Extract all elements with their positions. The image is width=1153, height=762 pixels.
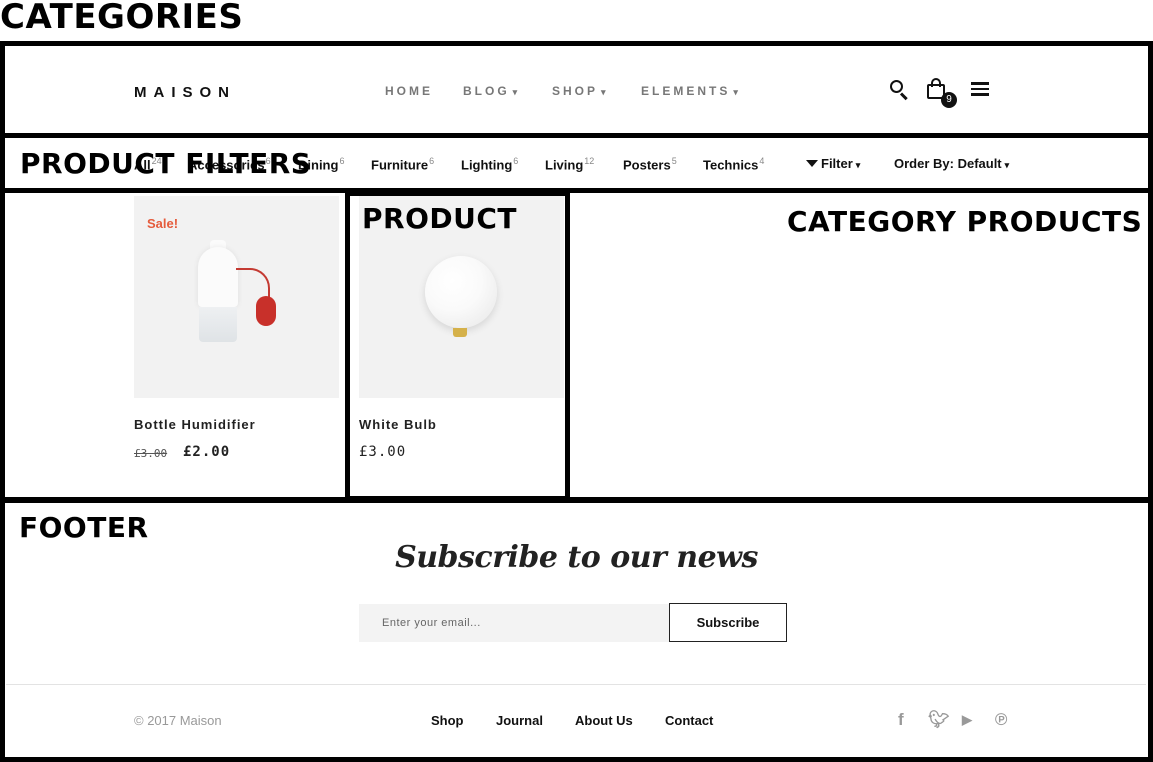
funnel-icon <box>806 160 818 168</box>
category-count: 4 <box>759 156 765 166</box>
annotation-product-filters: PRODUCT FILTERS <box>20 147 312 180</box>
category-label: Furniture <box>371 157 429 173</box>
filter-category-technics[interactable]: Technics4 <box>703 156 764 172</box>
email-field[interactable] <box>359 604 669 642</box>
category-count: 5 <box>671 156 677 166</box>
order-by-dropdown[interactable]: Order By: Default ▾ <box>894 156 1009 171</box>
nav-elements[interactable]: ELEMENTS ▾ <box>641 84 741 98</box>
filter-dropdown[interactable]: Filter ▾ <box>806 156 860 171</box>
footer-link-journal[interactable]: Journal <box>496 713 543 728</box>
footer-link-contact[interactable]: Contact <box>665 713 713 728</box>
category-count: 6 <box>429 156 435 166</box>
copyright-text: © 2017 Maison <box>134 713 222 728</box>
category-label: Posters <box>623 157 671 173</box>
site-logo[interactable]: MAISON <box>134 84 236 101</box>
bulb-illustration <box>453 328 467 337</box>
cart-count-badge: 9 <box>941 92 957 108</box>
annotation-product: PRODUCT <box>362 202 518 235</box>
footer-divider <box>6 684 1146 685</box>
order-by-label: Order By: Default <box>894 156 1002 171</box>
annotation-categories: CATEGORIES <box>0 0 244 37</box>
filter-category-lighting[interactable]: Lighting6 <box>461 156 518 172</box>
chevron-down-icon: ▾ <box>601 87 609 97</box>
nav-shop[interactable]: SHOP ▾ <box>552 84 609 98</box>
subscribe-button[interactable]: Subscribe <box>669 603 787 642</box>
bulb-illustration <box>425 256 497 328</box>
nav-home-label: HOME <box>385 84 433 98</box>
chevron-down-icon: ▾ <box>1004 160 1010 170</box>
facebook-icon[interactable]: f <box>898 710 904 730</box>
twitter-icon[interactable]: 🐦︎ <box>928 710 950 730</box>
category-count: 12 <box>584 156 595 166</box>
nav-home[interactable]: HOME <box>385 84 433 98</box>
product-price: £3.00 <box>359 444 407 460</box>
nav-elements-label: ELEMENTS <box>641 84 731 98</box>
youtube-icon[interactable]: ▶ <box>962 712 972 728</box>
nav-blog[interactable]: BLOG ▾ <box>463 84 520 98</box>
category-label: Lighting <box>461 157 513 173</box>
filter-category-posters[interactable]: Posters5 <box>623 156 677 172</box>
chevron-down-icon: ▾ <box>512 87 521 97</box>
filter-category-furniture[interactable]: Furniture6 <box>371 156 434 172</box>
chevron-down-icon: ▾ <box>733 87 741 97</box>
annotation-category-products: CATEGORY PRODUCTS <box>787 205 1143 238</box>
filter-label: Filter <box>821 156 853 171</box>
menu-icon[interactable] <box>971 82 989 96</box>
product-name[interactable]: White Bulb <box>359 417 437 432</box>
nav-shop-label: SHOP <box>552 84 599 98</box>
category-count: 6 <box>513 156 519 166</box>
category-label: Living <box>545 157 584 173</box>
sale-badge: Sale! <box>147 216 179 231</box>
nav-blog-label: BLOG <box>463 84 510 98</box>
humidifier-illustration <box>199 307 237 342</box>
subscribe-title: Subscribe to our news <box>395 540 758 575</box>
humidifier-illustration <box>198 247 238 307</box>
product-name[interactable]: Bottle Humidifier <box>134 417 256 432</box>
product-price: £2.00 <box>183 444 231 460</box>
category-label: Technics <box>703 157 759 173</box>
pinterest-icon[interactable]: ℗ <box>995 710 1008 730</box>
humidifier-illustration <box>256 296 276 326</box>
annotation-footer: FOOTER <box>19 511 149 544</box>
search-icon[interactable] <box>890 80 910 101</box>
category-count: 6 <box>339 156 345 166</box>
footer-link-about-us[interactable]: About Us <box>575 713 633 728</box>
filter-category-living[interactable]: Living12 <box>545 156 594 172</box>
product-old-price: £3.00 <box>134 447 168 460</box>
footer-link-shop[interactable]: Shop <box>431 713 464 728</box>
chevron-down-icon: ▾ <box>855 160 861 170</box>
